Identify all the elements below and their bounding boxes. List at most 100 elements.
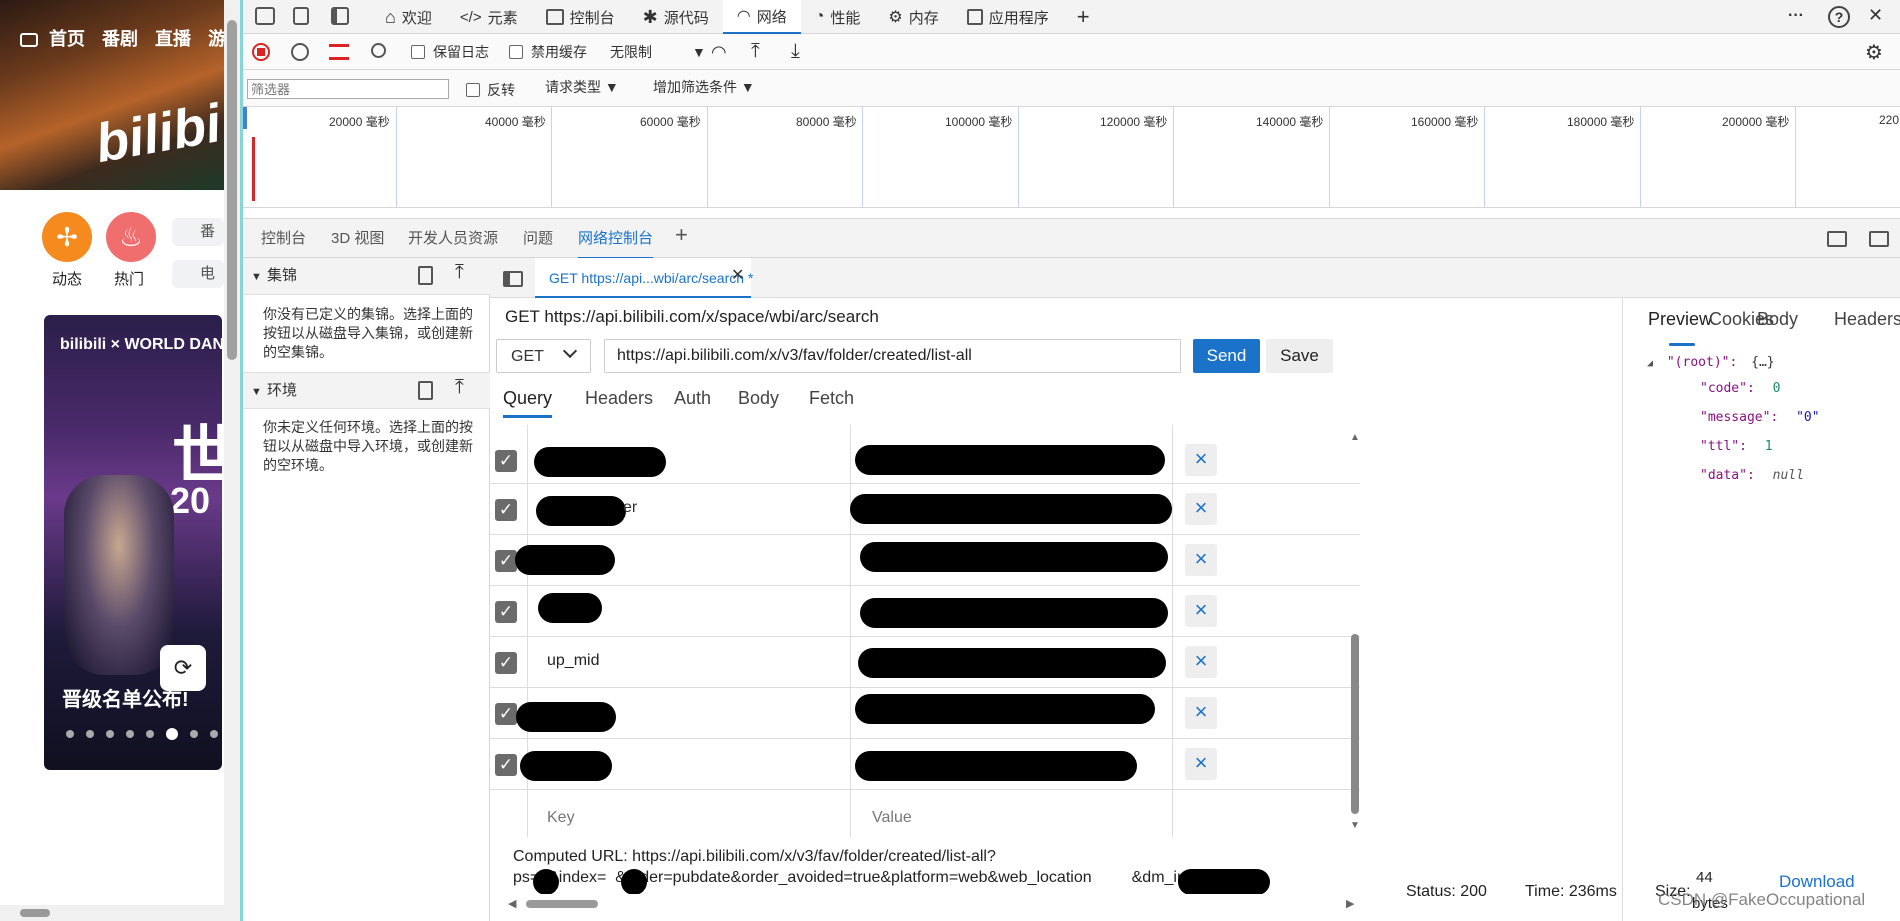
carousel-dot[interactable]: [106, 730, 114, 738]
scroll-thumb[interactable]: [227, 20, 237, 360]
param-checkbox[interactable]: ✓: [495, 754, 517, 776]
side-label-movie[interactable]: 电: [172, 260, 224, 288]
settings-gear-icon[interactable]: ⚙: [1865, 40, 1883, 65]
tab-sources[interactable]: ✱ 源代码: [629, 0, 723, 34]
param-checkbox[interactable]: ✓: [495, 601, 517, 623]
drawer-tab-console[interactable]: 控制台: [261, 231, 306, 247]
tab-cookies[interactable]: Cookies: [1709, 310, 1774, 328]
download-link[interactable]: Download: [1779, 873, 1855, 890]
more-button[interactable]: ···: [1788, 8, 1804, 24]
tab-console[interactable]: 控制台: [532, 0, 629, 34]
help-icon[interactable]: ?: [1828, 6, 1850, 28]
param-checkbox[interactable]: ✓: [495, 499, 517, 521]
dock-icon[interactable]: [331, 7, 349, 25]
inspect-icon[interactable]: [255, 7, 275, 25]
carousel-dot[interactable]: [146, 730, 154, 738]
throttle-select[interactable]: 无限制 ▼: [610, 44, 706, 60]
tab-headers[interactable]: Headers: [585, 389, 653, 407]
scroll-up-icon[interactable]: ▲: [1350, 432, 1360, 443]
tab-body[interactable]: Body: [738, 389, 779, 407]
url-input[interactable]: [604, 339, 1181, 373]
preserve-log-checkbox[interactable]: [411, 45, 425, 59]
page-scrollbar[interactable]: [224, 0, 240, 921]
tab-memory[interactable]: ⚙ 内存: [874, 0, 952, 34]
timeline-overview[interactable]: 20000 毫秒 40000 毫秒 60000 毫秒 80000 毫秒 1000…: [243, 107, 1900, 208]
environments-header[interactable]: ▼ 环境 ⤒: [243, 372, 490, 409]
save-button[interactable]: Save: [1266, 339, 1333, 373]
carousel-dot-active[interactable]: [166, 728, 178, 740]
hot-icon[interactable]: ♨: [106, 212, 156, 262]
tab-preview[interactable]: Preview: [1648, 310, 1712, 328]
carousel-dot[interactable]: [190, 730, 198, 738]
param-key[interactable]: up_mid: [547, 653, 599, 669]
carousel-dot[interactable]: [66, 730, 74, 738]
invert-checkbox[interactable]: [466, 83, 480, 97]
new-file-icon[interactable]: [418, 381, 433, 400]
scroll-left-icon[interactable]: ◀: [508, 897, 516, 910]
param-checkbox[interactable]: ✓: [495, 550, 517, 572]
expand-caret-icon[interactable]: ◢: [1647, 358, 1653, 369]
delete-param-button[interactable]: ×: [1185, 748, 1217, 780]
network-conditions-icon[interactable]: ◠: [711, 42, 727, 63]
param-checkbox[interactable]: ✓: [495, 450, 517, 472]
param-checkbox[interactable]: ✓: [495, 652, 517, 674]
delete-param-button[interactable]: ×: [1185, 595, 1217, 627]
close-icon[interactable]: ✕: [731, 268, 744, 284]
nav-item-home[interactable]: 首页: [49, 29, 85, 49]
drawer-add-tab-button[interactable]: +: [675, 224, 688, 246]
tab-elements[interactable]: </> 元素: [446, 0, 532, 34]
tab-welcome[interactable]: ⌂ 欢迎: [371, 0, 446, 34]
nav-item-live[interactable]: 直播: [155, 29, 191, 49]
filter-input[interactable]: [247, 79, 449, 99]
add-tab-button[interactable]: +: [1063, 0, 1104, 34]
computed-url-scrollbar[interactable]: ◀ ▶: [506, 895, 1366, 913]
delete-param-button[interactable]: ×: [1185, 646, 1217, 678]
timeline-handle[interactable]: [243, 107, 247, 129]
scroll-thumb[interactable]: [20, 909, 50, 917]
dock-bottom-icon[interactable]: [1827, 231, 1847, 247]
json-root[interactable]: ◢ "(root)": {…}: [1647, 355, 1775, 370]
tab-network[interactable]: ◠ 网络: [722, 0, 801, 34]
key-placeholder[interactable]: Key: [547, 810, 575, 826]
more-filters-dropdown[interactable]: 增加筛选条件 ▼: [653, 79, 755, 95]
tab-performance[interactable]: ◔ 性能: [801, 0, 875, 34]
filter-toggle-icon[interactable]: [329, 44, 349, 60]
dynamic-icon[interactable]: ✢: [42, 212, 92, 262]
send-button[interactable]: Send: [1193, 339, 1260, 373]
new-file-icon[interactable]: [418, 266, 433, 285]
nav-item-anime[interactable]: 番剧: [102, 29, 138, 49]
scroll-thumb[interactable]: [1351, 634, 1359, 814]
request-tab[interactable]: GET https://api...wbi/arc/search * ✕: [535, 258, 753, 298]
download-icon[interactable]: ⤓: [791, 40, 800, 63]
drawer-tab-dev-resources[interactable]: 开发人员资源: [408, 231, 498, 247]
horizontal-scrollbar[interactable]: [0, 905, 224, 921]
tab-query[interactable]: Query: [503, 389, 553, 418]
value-placeholder[interactable]: Value: [872, 810, 912, 826]
delete-param-button[interactable]: ×: [1185, 444, 1217, 476]
delete-param-button[interactable]: ×: [1185, 697, 1217, 729]
close-devtools-button[interactable]: ✕: [1868, 6, 1883, 24]
import-icon[interactable]: ⤒: [455, 377, 464, 397]
disable-cache-checkbox[interactable]: [509, 45, 523, 59]
param-checkbox[interactable]: ✓: [495, 703, 517, 725]
scroll-right-icon[interactable]: ▶: [1346, 897, 1354, 910]
record-icon[interactable]: [252, 43, 270, 61]
collections-header[interactable]: ▼ 集锦 ⤒: [243, 258, 490, 295]
carousel-dot[interactable]: [210, 730, 218, 738]
tab-headers[interactable]: Headers: [1834, 310, 1900, 328]
banner-dots[interactable]: [66, 728, 218, 740]
tab-fetch[interactable]: Fetch: [809, 389, 854, 407]
drawer-tab-3d-view[interactable]: 3D 视图: [331, 231, 384, 247]
drawer-tab-network-console[interactable]: 网络控制台: [578, 231, 654, 259]
scroll-thumb[interactable]: [526, 900, 598, 908]
request-types-dropdown[interactable]: 请求类型 ▼: [545, 79, 619, 95]
carousel-dot[interactable]: [86, 730, 94, 738]
carousel-dot[interactable]: [126, 730, 134, 738]
device-icon[interactable]: [293, 7, 309, 25]
delete-param-button[interactable]: ×: [1185, 544, 1217, 576]
method-select[interactable]: GET: [496, 339, 591, 373]
delete-param-button[interactable]: ×: [1185, 493, 1217, 525]
import-icon[interactable]: ⤒: [455, 262, 464, 282]
scroll-down-icon[interactable]: ▼: [1350, 820, 1360, 831]
tab-auth[interactable]: Auth: [674, 389, 711, 407]
